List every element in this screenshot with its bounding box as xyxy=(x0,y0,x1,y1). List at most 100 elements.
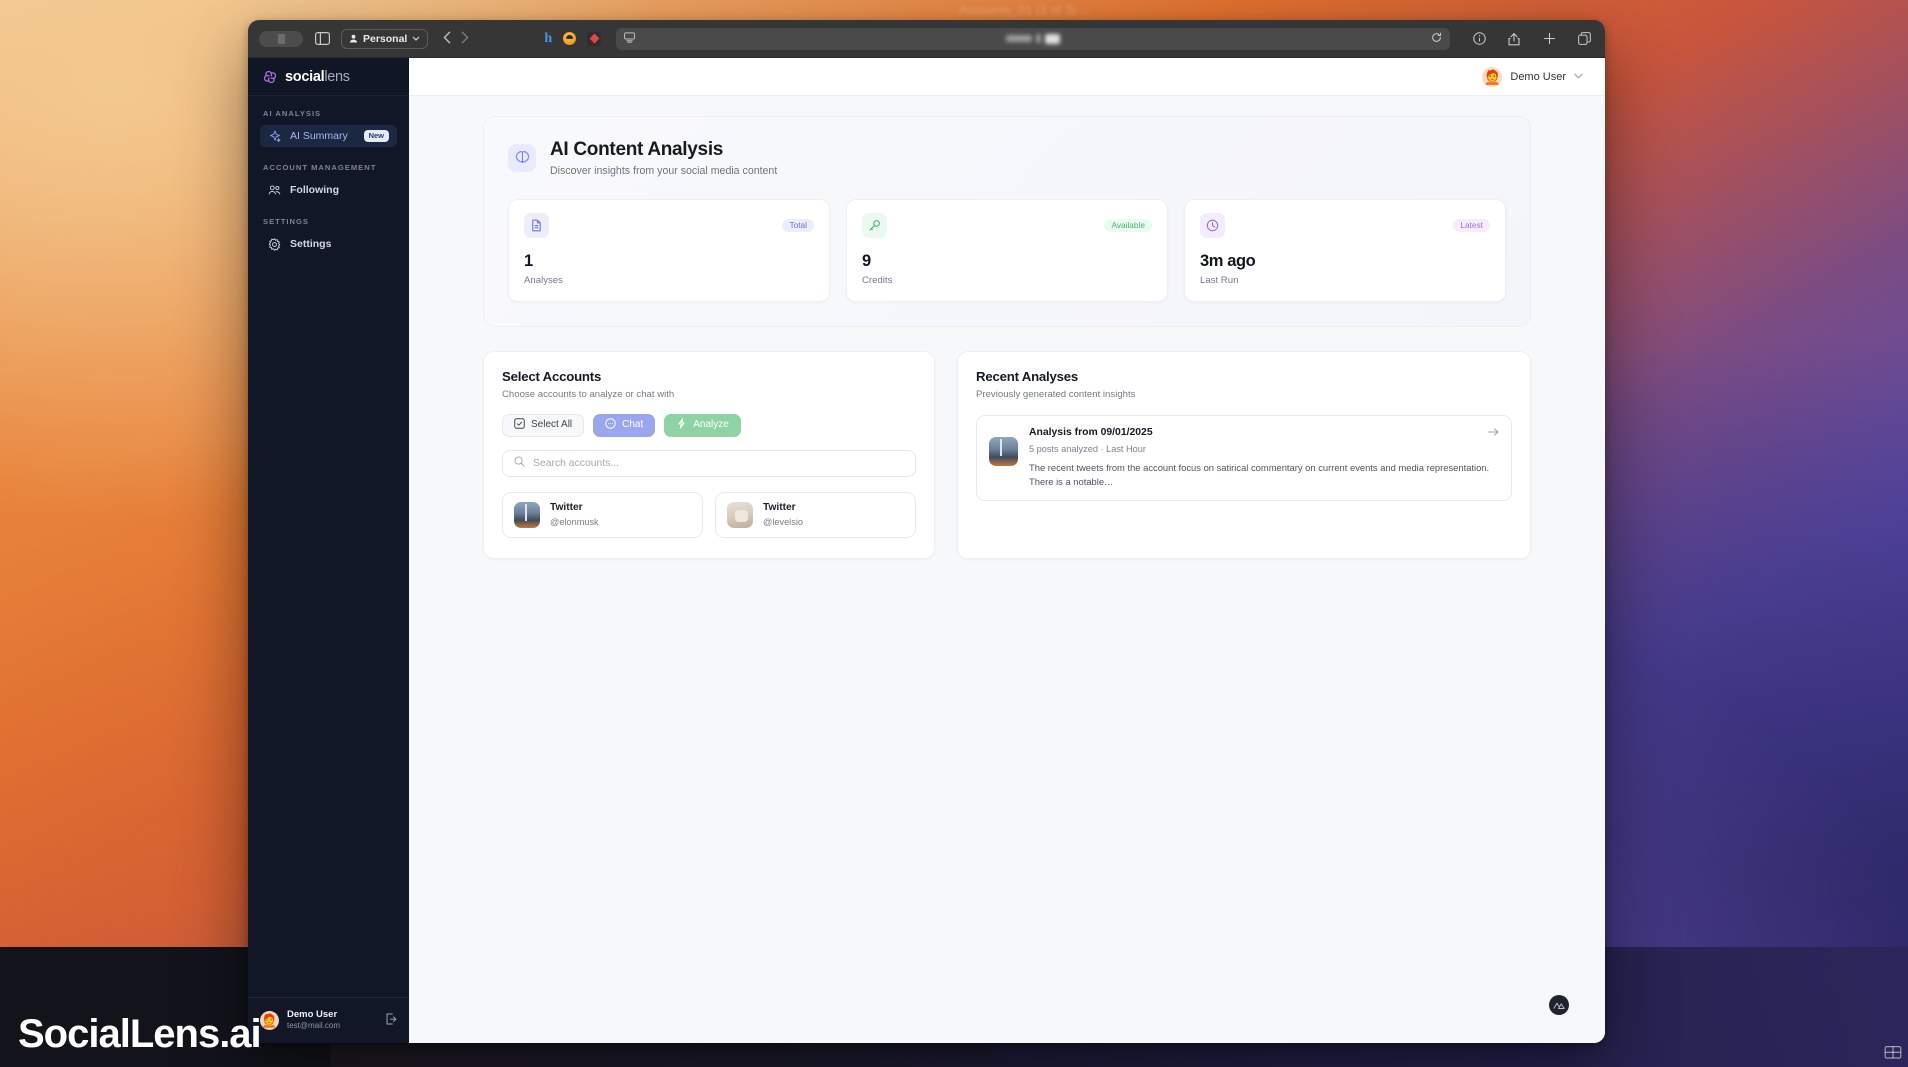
recent-analyses-panel: Recent Analyses Previously generated con… xyxy=(957,350,1531,560)
stat-card-credits: Available 9 Credits xyxy=(846,198,1168,302)
search-input[interactable] xyxy=(533,457,904,469)
sidebar-section-ai-analysis: AI ANALYSIS AI Summary New xyxy=(248,96,409,150)
stats-row: Total 1 Analyses Available 9 Credits Lat… xyxy=(508,198,1506,302)
account-network: Twitter xyxy=(550,501,583,513)
reader-view-icon[interactable] xyxy=(624,30,636,48)
sidebar-user-email: test@mail.com xyxy=(287,1021,341,1031)
reload-icon[interactable] xyxy=(1431,30,1442,48)
stat-value: 3m ago xyxy=(1200,251,1256,270)
panel-title: Select Accounts xyxy=(502,368,602,384)
chevron-down-icon xyxy=(1574,71,1583,82)
sidebar-item-following[interactable]: Following xyxy=(260,179,397,201)
hero-card: AI Content Analysis Discover insights fr… xyxy=(483,116,1531,327)
clock-icon xyxy=(1200,212,1225,238)
sidebar-item-ai-summary[interactable]: AI Summary New xyxy=(260,125,397,147)
logout-icon[interactable] xyxy=(385,1012,397,1030)
sidebar-item-settings[interactable]: Settings xyxy=(260,233,397,255)
account-thumbnail xyxy=(514,501,540,528)
stat-value: 9 xyxy=(862,251,871,270)
tab-overview-icon[interactable] xyxy=(259,30,303,47)
sidebar-heading-settings: SETTINGS xyxy=(263,217,309,226)
analysis-body: Analysis from 09/01/2025 5 posts analyze… xyxy=(1029,427,1499,489)
new-tab-icon[interactable] xyxy=(1539,29,1559,49)
checkbox-icon xyxy=(514,418,525,432)
blurred-overlay-text: Accounts_01 (2 of 3) ... xyxy=(959,3,1091,17)
app-topbar: 🧑‍🦰 Demo User xyxy=(409,58,1605,96)
document-icon xyxy=(524,212,549,238)
analysis-excerpt: The recent tweets from the account focus… xyxy=(1029,461,1490,487)
account-thumbnail xyxy=(727,501,753,528)
brave-shield-icon[interactable] xyxy=(563,32,577,45)
bolt-icon xyxy=(676,418,687,432)
select-all-label: Select All xyxy=(531,419,573,431)
person-icon xyxy=(349,34,358,43)
account-handle: @elonmusk xyxy=(550,516,599,527)
brand-logo[interactable]: sociallens xyxy=(248,58,409,96)
forward-button[interactable] xyxy=(461,31,469,46)
sidebar-user-card[interactable]: 🧑‍🦰 Demo User test@mail.com xyxy=(248,997,409,1043)
ruby-extension-icon[interactable] xyxy=(587,31,602,46)
stat-card-header: Latest xyxy=(1200,212,1490,238)
account-action-buttons: Select All Chat Analyze xyxy=(502,413,916,437)
account-meta: Twitter @levelsio xyxy=(763,502,803,528)
analyze-button[interactable]: Analyze xyxy=(664,413,741,437)
account-card[interactable]: Twitter @levelsio xyxy=(715,491,916,539)
panel-title: Recent Analyses xyxy=(976,368,1079,384)
app-main: 🧑‍🦰 Demo User xyxy=(409,58,1605,1043)
panel-subtitle: Previously generated content insights xyxy=(976,388,1136,400)
analysis-list-item[interactable]: Analysis from 09/01/2025 5 posts analyze… xyxy=(976,414,1512,501)
analysis-title: Analysis from 09/01/2025 xyxy=(1029,426,1153,438)
status-badge-new: New xyxy=(363,130,389,142)
browser-profile-chip[interactable]: Personal xyxy=(341,28,429,49)
watermark: SocialLens.ai xyxy=(18,1012,262,1056)
gear-icon xyxy=(268,237,281,251)
desktop-wallpaper: Accounts_01 (2 of 3) ... SELECT A CHAT P… xyxy=(0,0,1908,1067)
stat-label: Credits xyxy=(862,274,893,286)
address-bar-url-blurred xyxy=(1006,33,1061,44)
stat-card-header: Available xyxy=(862,212,1152,238)
search-accounts-box[interactable] xyxy=(502,449,916,477)
sidebar-section-account-management: ACCOUNT MANAGEMENT Following xyxy=(248,150,409,204)
chat-button[interactable]: Chat xyxy=(593,413,656,437)
user-menu-name: Demo User xyxy=(1510,70,1566,83)
analyze-label: Analyze xyxy=(693,419,729,431)
screenshot-tool-icon[interactable] xyxy=(1884,1043,1902,1061)
user-menu[interactable]: 🧑‍🦰 Demo User xyxy=(1482,66,1583,87)
account-handle: @levelsio xyxy=(763,516,803,527)
brand-name-bold: social xyxy=(285,68,325,85)
sidebar-user-meta: Demo User test@mail.com xyxy=(287,1009,377,1031)
browser-toolbar-right xyxy=(1469,29,1594,49)
accounts-grid: Twitter @elonmusk Twitter @levelsio xyxy=(502,491,916,539)
stat-label: Last Run xyxy=(1200,274,1239,286)
page-subtitle: Discover insights from your social media… xyxy=(550,164,778,177)
user-avatar-emoji: 🧑‍🦰 xyxy=(260,1011,279,1030)
address-bar[interactable] xyxy=(616,27,1450,50)
select-accounts-panel: Select Accounts Choose accounts to analy… xyxy=(483,350,935,560)
hero-header: AI Content Analysis Discover insights fr… xyxy=(508,139,1506,177)
panel-subtitle: Choose accounts to analyze or chat with xyxy=(502,388,675,400)
arrow-right-icon[interactable] xyxy=(1488,427,1499,440)
brand-name-light: lens xyxy=(324,68,350,85)
stat-card-header: Total xyxy=(524,212,814,238)
sparkle-icon xyxy=(268,130,281,143)
info-icon[interactable] xyxy=(1469,29,1489,49)
sidebar-item-label: AI Summary xyxy=(290,130,348,142)
account-meta: Twitter @elonmusk xyxy=(550,502,599,528)
chat-bubble-icon xyxy=(605,418,616,432)
select-all-button[interactable]: Select All xyxy=(502,413,585,437)
mountain-logo-icon[interactable] xyxy=(1549,995,1569,1015)
sidebar-item-label: Settings xyxy=(290,238,332,250)
chat-label: Chat xyxy=(622,419,644,431)
share-icon[interactable] xyxy=(1504,29,1524,49)
account-card[interactable]: Twitter @elonmusk xyxy=(502,491,703,539)
app-sidebar: sociallens AI ANALYSIS AI Summary New AC… xyxy=(248,58,409,1043)
back-button[interactable] xyxy=(443,31,451,46)
stat-card-last-run: Latest 3m ago Last Run xyxy=(1184,198,1506,302)
sidebar-toggle-icon[interactable] xyxy=(312,29,332,49)
hero-text: AI Content Analysis Discover insights fr… xyxy=(550,139,777,177)
honey-extension-icon[interactable]: h xyxy=(544,31,552,47)
tab-group-icon[interactable] xyxy=(1574,29,1594,49)
app-root: sociallens AI ANALYSIS AI Summary New AC… xyxy=(248,58,1605,1043)
browser-navigation xyxy=(443,31,469,46)
